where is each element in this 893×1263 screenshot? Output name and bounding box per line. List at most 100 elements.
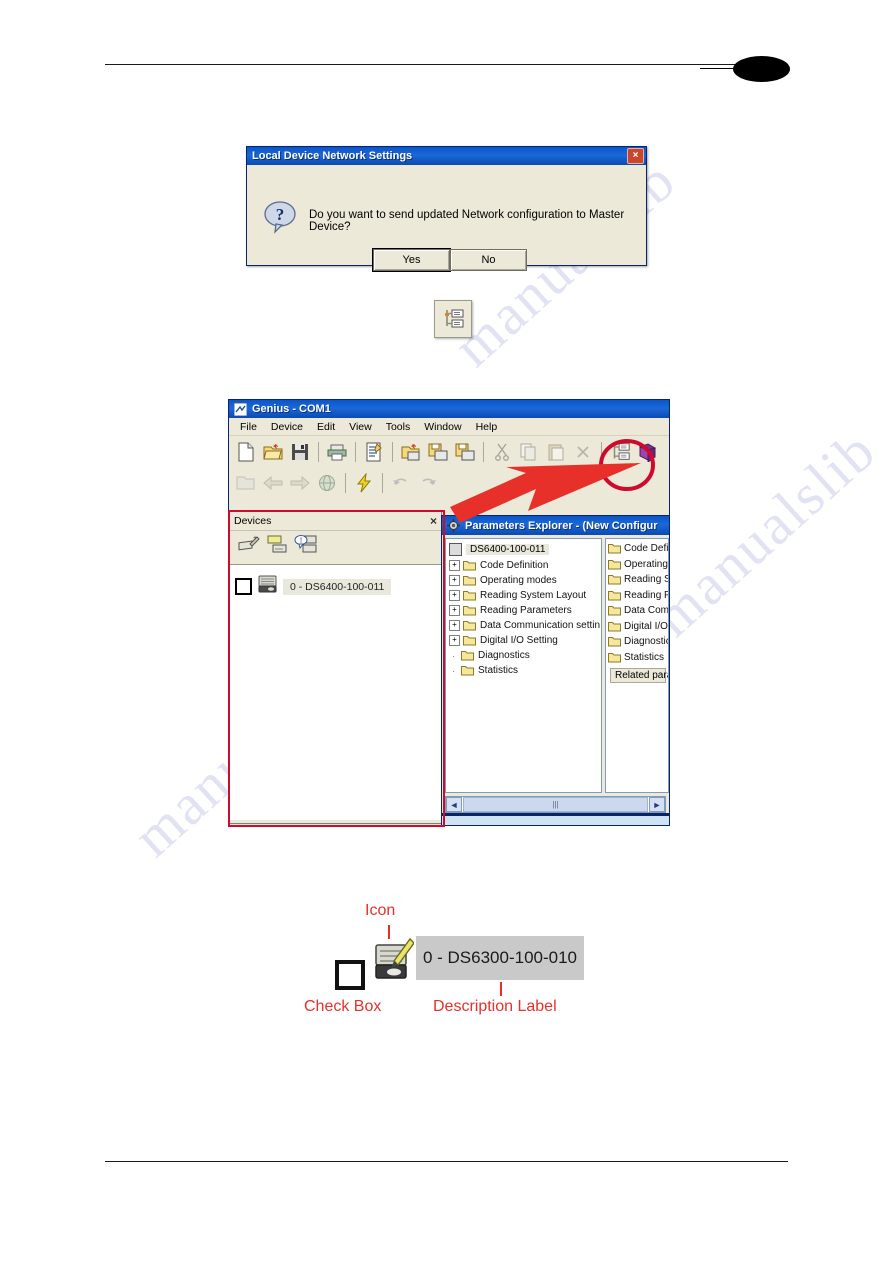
annotation-label-icon: Icon	[365, 902, 396, 919]
app-logo-icon	[234, 402, 247, 416]
expand-icon[interactable]: +	[449, 620, 460, 631]
watermark: manualslib	[640, 417, 889, 650]
scroll-left-icon[interactable]: ◄	[446, 797, 462, 812]
folder-icon	[461, 665, 474, 676]
tree-item-data-communication-settings[interactable]: + Data Communication settin	[449, 618, 601, 633]
menu-item-tools[interactable]: Tools	[379, 420, 418, 434]
folder-icon	[463, 560, 476, 571]
menu-item-view[interactable]: View	[342, 420, 379, 434]
globe-icon	[314, 470, 340, 496]
folder-icon	[608, 574, 621, 585]
tree-item-label: Reading System Layout	[480, 590, 587, 601]
save-icon[interactable]	[287, 439, 313, 465]
menu-item-edit[interactable]: Edit	[310, 420, 342, 434]
list-item[interactable]: Diagnostic	[608, 634, 668, 650]
tree-item-label: Data Communication settin	[480, 620, 601, 631]
folder-icon	[608, 636, 621, 647]
tree-item-diagnostics[interactable]: · Diagnostics	[449, 648, 601, 663]
list-item-label: Reading P	[624, 589, 669, 601]
expand-icon[interactable]: +	[449, 605, 460, 616]
toolbar-separator	[318, 441, 319, 462]
question-icon: ?	[262, 199, 298, 235]
open-config-icon	[233, 470, 259, 496]
tree-root-node[interactable]: DS6400-100-011	[449, 542, 601, 557]
list-item-label: Data Com	[624, 605, 669, 617]
menu-item-window[interactable]: Window	[417, 420, 468, 434]
pointer-arrow	[450, 463, 641, 523]
folder-icon	[608, 559, 621, 570]
svg-text:?: ?	[276, 205, 285, 224]
parameters-list[interactable]: Code Defi Operating Reading S Reading P …	[605, 538, 669, 793]
close-icon[interactable]: ×	[627, 148, 644, 164]
tree-item-label: Reading Parameters	[480, 605, 572, 616]
menu-item-file[interactable]: File	[233, 420, 264, 434]
list-item-label: Reading S	[624, 574, 669, 586]
menu-item-help[interactable]: Help	[469, 420, 505, 434]
folder-icon	[608, 652, 621, 663]
tree-item-operating-modes[interactable]: + Operating modes	[449, 573, 601, 588]
parameters-explorer-status-area	[442, 813, 669, 825]
related-parameters-button[interactable]: Related param	[610, 668, 668, 683]
tree-item-statistics[interactable]: · Statistics	[449, 663, 601, 678]
menu-item-device[interactable]: Device	[264, 420, 310, 434]
open-folder-icon[interactable]	[260, 439, 286, 465]
folder-icon	[608, 621, 621, 632]
list-item[interactable]: Reading P	[608, 588, 668, 604]
page-marker-stem	[700, 68, 735, 69]
toolbar-separator	[355, 441, 356, 462]
lightning-icon[interactable]	[351, 470, 377, 496]
tree-line: ·	[452, 665, 455, 676]
toolbar-separator	[382, 472, 383, 493]
tree-item-code-definition[interactable]: + Code Definition	[449, 558, 601, 573]
parameters-explorer-window: Parameters Explorer - (New Configur DS64…	[441, 515, 670, 826]
list-item[interactable]: Data Com	[608, 603, 668, 619]
properties-icon[interactable]	[361, 439, 387, 465]
annotation-label-checkbox: Check Box	[304, 998, 382, 1015]
dialog-title: Local Device Network Settings	[252, 150, 413, 162]
folder-icon	[608, 543, 621, 554]
tree-item-digital-io-setting[interactable]: + Digital I/O Setting	[449, 633, 601, 648]
open-from-device-icon[interactable]	[398, 439, 424, 465]
list-item[interactable]: Reading S	[608, 572, 668, 588]
print-icon[interactable]	[324, 439, 350, 465]
device-node-icon	[449, 543, 462, 556]
folder-icon	[463, 635, 476, 646]
expand-icon[interactable]: +	[449, 635, 460, 646]
expand-icon[interactable]: +	[449, 575, 460, 586]
list-item[interactable]: Digital I/O	[608, 619, 668, 635]
dialog-message: Do you want to send updated Network conf…	[309, 209, 625, 233]
menu-bar: File Device Edit View Tools Window Help	[229, 418, 669, 436]
list-item-label: Code Defi	[624, 543, 669, 555]
folder-icon	[463, 590, 476, 601]
folder-icon	[463, 575, 476, 586]
tree-item-label: Digital I/O Setting	[480, 635, 558, 646]
parameters-tree[interactable]: DS6400-100-011 + Code Definition + Opera…	[445, 538, 602, 793]
toolbar-separator	[345, 472, 346, 493]
horizontal-scrollbar[interactable]: ◄ ||| ►	[445, 796, 666, 813]
no-button[interactable]: No	[450, 249, 527, 271]
list-item-label: Digital I/O	[624, 620, 668, 632]
page-footer-rule	[105, 1161, 788, 1162]
yes-button[interactable]: Yes	[372, 248, 451, 272]
tree-item-reading-system-layout[interactable]: + Reading System Layout	[449, 588, 601, 603]
page-corner-marker	[733, 56, 790, 82]
annotation-leader-icon	[388, 925, 390, 939]
folder-icon	[463, 620, 476, 631]
expand-icon[interactable]: +	[449, 560, 460, 571]
list-item[interactable]: Statistics	[608, 650, 668, 666]
expand-icon[interactable]: +	[449, 590, 460, 601]
tree-item-label: Code Definition	[480, 560, 549, 571]
scroll-right-icon[interactable]: ►	[649, 797, 665, 812]
folder-icon	[463, 605, 476, 616]
new-document-icon[interactable]	[233, 439, 259, 465]
forward-arrow-icon	[287, 470, 313, 496]
network-settings-icon[interactable]	[434, 300, 472, 338]
scrollbar-thumb[interactable]: |||	[463, 797, 648, 812]
tree-item-label: Statistics	[478, 665, 519, 676]
tree-item-reading-parameters[interactable]: + Reading Parameters	[449, 603, 601, 618]
example-check-box[interactable]	[335, 960, 365, 990]
list-item[interactable]: Operating	[608, 557, 668, 573]
annotation-leader-description	[500, 982, 502, 996]
annotation-label-description: Description Label	[433, 998, 557, 1015]
list-item[interactable]: Code Defi	[608, 541, 668, 557]
